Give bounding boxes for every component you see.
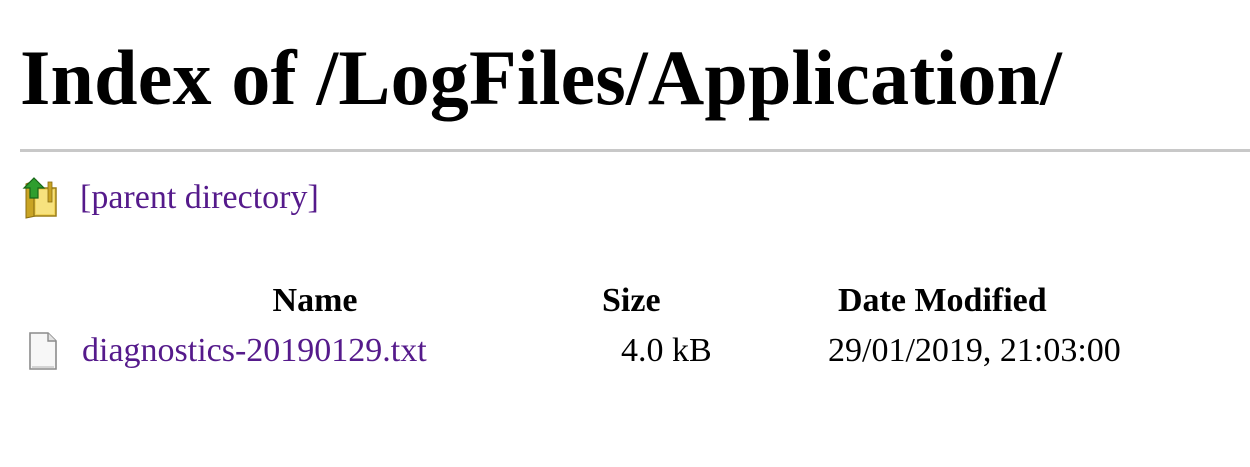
parent-directory-row[interactable]: [parent directory]: [22, 176, 319, 220]
header-name[interactable]: Name: [70, 278, 560, 324]
header-size[interactable]: Size: [560, 278, 778, 324]
title-divider: [20, 149, 1250, 152]
row-name-cell: diagnostics-20190129.txt: [70, 324, 560, 378]
text-file-icon: [24, 329, 62, 373]
table-row: diagnostics-20190129.txt 4.0 kB 29/01/20…: [20, 324, 1238, 378]
parent-directory-link[interactable]: [parent directory]: [80, 176, 319, 220]
table-header-row: Name Size Date Modified: [20, 278, 1238, 324]
file-link[interactable]: diagnostics-20190129.txt: [82, 332, 427, 369]
folder-up-arrow-icon[interactable]: [22, 176, 60, 220]
row-icon-cell: [20, 324, 70, 378]
row-size-cell: 4.0 kB: [621, 332, 712, 369]
file-listing-table: Name Size Date Modified diagnostics-2019…: [20, 278, 1238, 378]
row-date-cell: 29/01/2019, 21:03:00: [828, 332, 1121, 369]
header-date-modified[interactable]: Date Modified: [778, 278, 1238, 324]
page-title: Index of /LogFiles/Application/: [20, 34, 1062, 121]
header-icon-column: [20, 278, 70, 324]
